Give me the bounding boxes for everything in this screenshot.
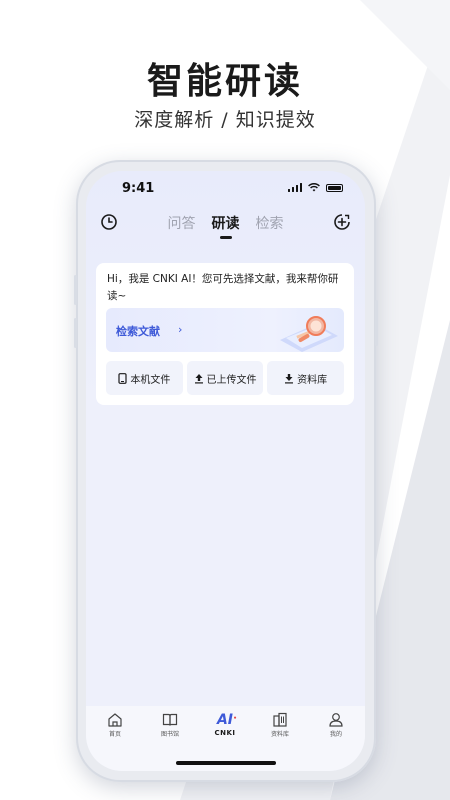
signal-icon — [287, 183, 302, 192]
bottom-tab-bar: 首页 图书馆 AI • CNKI 资料库 我的 — [86, 706, 365, 771]
promo-title: 智能研读 — [146, 61, 303, 102]
bottom-tab-cnki-ai[interactable]: AI • CNKI — [205, 712, 245, 737]
search-literature-banner[interactable]: 检索文献 › — [106, 308, 344, 352]
bottom-tab-library-label: 图书馆 — [160, 731, 179, 738]
bottom-tab-materials[interactable]: 资料库 — [260, 712, 300, 738]
battery-icon — [326, 183, 343, 192]
book-icon — [162, 713, 178, 726]
search-literature-label: 检索文献 — [116, 325, 160, 338]
greeting-text: Hi，我是 CNKI AI！您可先选择文献，我来帮你研读~ — [107, 273, 339, 302]
home-indicator — [176, 761, 276, 765]
status-bar: 9:41 — [86, 171, 365, 207]
ai-logo-icon: AI • — [216, 712, 238, 728]
phone-side-button — [74, 275, 77, 305]
bottom-tab-materials-label: 资料库 — [270, 731, 289, 738]
upload-icon — [194, 373, 203, 383]
tab-search[interactable]: 检索 — [256, 213, 284, 233]
library-button[interactable]: 资料库 — [267, 361, 345, 395]
status-time: 9:41 — [122, 181, 155, 196]
bottom-tab-profile[interactable]: 我的 — [316, 712, 356, 738]
bottom-tab-cnki-label: CNKI — [214, 729, 236, 737]
phone-side-button — [74, 318, 77, 348]
download-icon — [285, 373, 294, 383]
uploaded-files-button[interactable]: 已上传文件 — [186, 361, 264, 395]
local-file-button[interactable]: 本机文件 — [106, 361, 183, 395]
plus-circle-icon[interactable] — [331, 211, 353, 233]
tab-qa[interactable]: 问答 — [168, 213, 196, 233]
bottom-tab-library[interactable]: 图书馆 — [150, 712, 190, 738]
building-icon — [273, 712, 287, 727]
bottom-tab-profile-label: 我的 — [329, 731, 342, 738]
library-label: 资料库 — [297, 374, 328, 386]
user-icon — [329, 713, 343, 727]
home-icon — [108, 713, 122, 727]
mode-tabs: 问答 研读 检索 — [86, 213, 365, 233]
promo-subtitle: 深度解析 / 知识提效 — [134, 109, 316, 131]
phone-power-button — [375, 300, 378, 346]
phone-icon — [118, 372, 127, 384]
bottom-tab-home-label: 首页 — [108, 731, 121, 738]
status-icons — [287, 183, 343, 192]
phone-screen: 9:41 问答 研读 检索 Hi，我是 CNKI AI！您可先选择文献，我来帮你… — [86, 171, 365, 771]
wifi-icon — [308, 183, 320, 192]
magnifier-illustration-icon — [280, 316, 338, 352]
top-nav: 问答 研读 检索 — [86, 209, 365, 243]
ai-logo-text: AI — [216, 712, 234, 728]
file-source-actions: 本机文件 已上传文件 资料库 — [106, 361, 345, 395]
bottom-tab-home[interactable]: 首页 — [95, 712, 135, 738]
tab-study[interactable]: 研读 — [212, 213, 240, 233]
local-file-label: 本机文件 — [130, 374, 171, 386]
intro-card: Hi，我是 CNKI AI！您可先选择文献，我来帮你研读~ 检索文献 › 本机文… — [96, 263, 354, 405]
chevron-right-icon: › — [178, 323, 183, 336]
uploaded-files-label: 已上传文件 — [206, 374, 257, 386]
